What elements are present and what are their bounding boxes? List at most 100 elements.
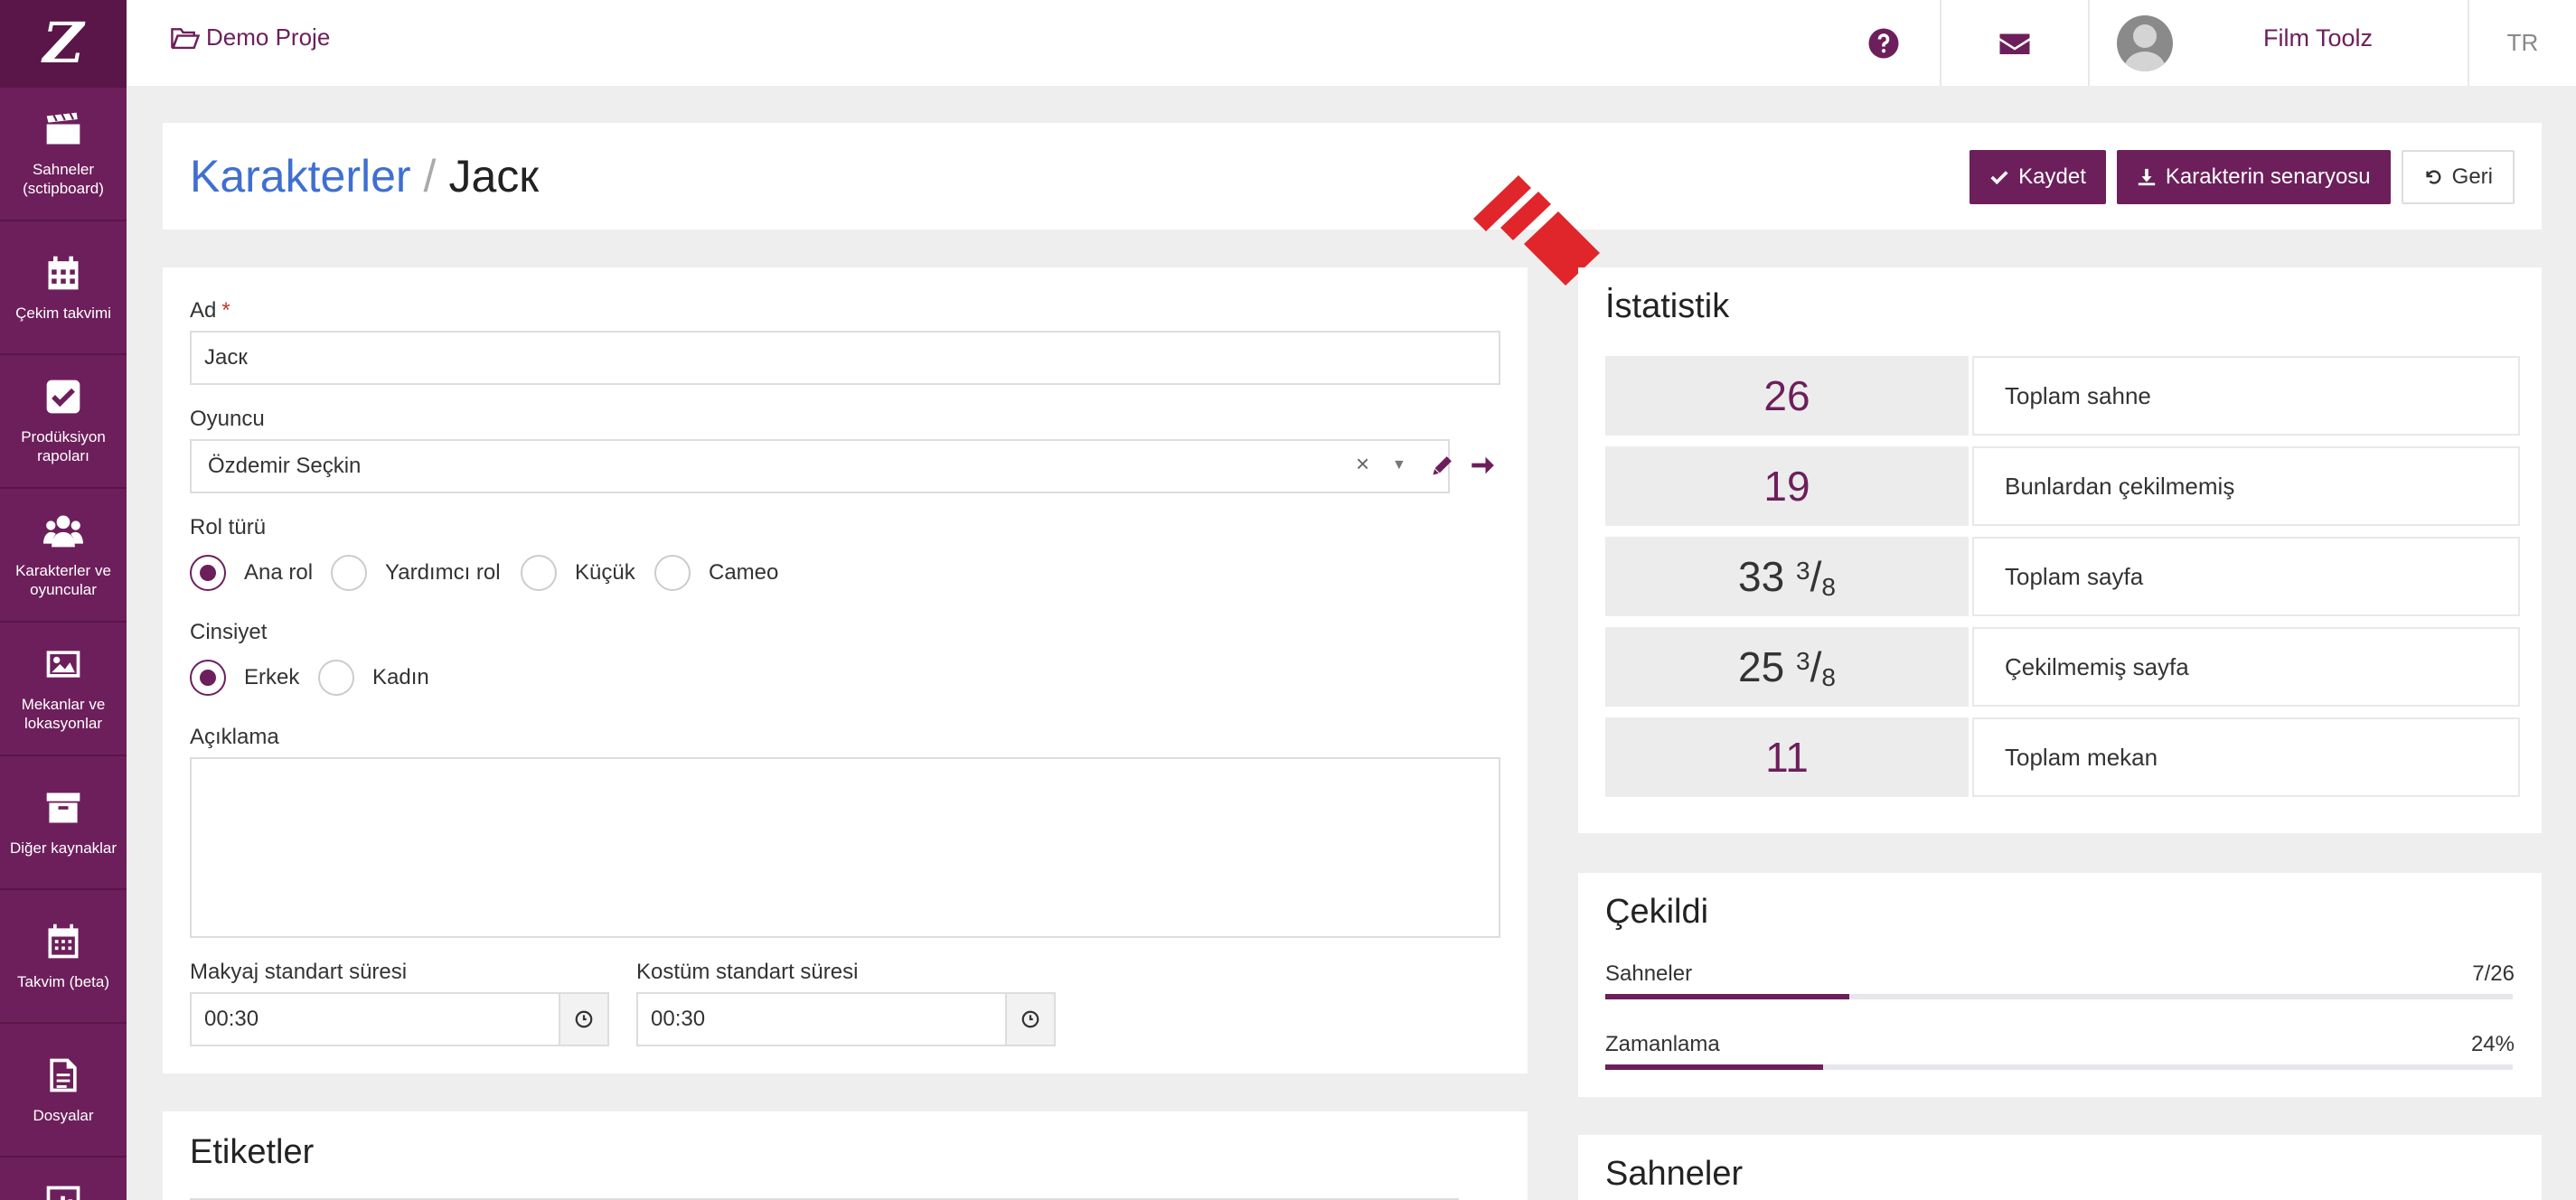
breadcrumb-separator: / — [423, 151, 437, 202]
required-mark: * — [221, 298, 230, 323]
calendar-grid-icon — [43, 922, 83, 961]
users-icon — [43, 511, 83, 550]
stat-value: 33 3/8 — [1605, 537, 1969, 616]
file-icon — [43, 1055, 83, 1095]
check-square-icon — [43, 377, 83, 417]
schedule-progress-label: Zamanlama — [1605, 1032, 1720, 1056]
folder-open-icon — [171, 27, 201, 49]
gender-label: Cinsiyet — [190, 620, 268, 644]
makeup-clock-button[interactable] — [560, 992, 609, 1046]
chevron-down-icon[interactable]: ▼ — [1392, 457, 1406, 473]
role-radio-cameo[interactable]: Cameo — [654, 555, 778, 591]
user-menu[interactable]: Film Toolz — [2088, 0, 2468, 86]
sidebar-item-label: Diğer kaynaklar — [9, 839, 118, 857]
gender-radio-male[interactable]: Erkek — [190, 660, 299, 696]
costume-duration-input[interactable]: 00:30 — [636, 992, 1007, 1046]
top-bar: Demo Proje Film Toolz TR — [127, 0, 2576, 86]
scenes-title: Sahneler — [1605, 1155, 1744, 1193]
sidebar-item-scenes[interactable]: Sahneler (sctipboard) — [0, 86, 127, 220]
character-script-button[interactable]: Karakterin senaryosu — [2116, 150, 2391, 204]
tags-title: Etiketler — [190, 1133, 315, 1171]
scenes-progress-fill — [1605, 994, 1850, 999]
makeup-duration-input[interactable]: 00:30 — [190, 992, 560, 1046]
role-radio-main[interactable]: Ana rol — [190, 555, 313, 591]
sidebar-item-locations[interactable]: Mekanlar ve lokasyonlar — [0, 621, 127, 755]
back-button[interactable]: Geri — [2401, 150, 2515, 204]
sidebar-item-label: Çekim takvimi — [15, 304, 111, 322]
messages-button[interactable] — [1940, 0, 2088, 86]
scenes-progress-bar — [1605, 994, 2513, 999]
image-icon — [43, 644, 83, 684]
scenes-section: Sahneler — [1578, 1135, 2542, 1200]
language-switch[interactable]: TR — [2468, 0, 2576, 86]
breadcrumb-characters-link[interactable]: Karakterler — [190, 151, 411, 202]
envelope-icon — [1999, 33, 2030, 54]
sidebar-item-label: Dosyalar — [33, 1106, 94, 1124]
sidebar-item-resources[interactable]: Diğer kaynaklar — [0, 755, 127, 888]
arrow-right-icon — [1471, 456, 1494, 474]
project-name: Demo Proje — [206, 23, 331, 51]
name-input[interactable]: Jacк — [190, 331, 1500, 385]
actor-select[interactable]: Özdemir Seçkin — [190, 439, 1450, 493]
page-header: Karakterler / Jacк Kaydet Karakterin senar… — [163, 123, 2542, 230]
makeup-duration-label: Makyaj standart süresi — [190, 960, 408, 984]
tags-section: Etiketler — [163, 1111, 1528, 1200]
sidebar-item-calendar-beta[interactable]: Takvim (beta) — [0, 888, 127, 1022]
page-title: Jacк — [448, 151, 540, 202]
stat-value: 25 3/8 — [1605, 627, 1969, 707]
actor-selected-value: Özdemir Seçkin — [208, 454, 362, 478]
bar-chart-icon — [43, 1183, 83, 1200]
download-icon — [2138, 168, 2156, 186]
stat-value: 11 — [1605, 717, 1969, 797]
stat-row: 25 3/8 Çekilmemiş sayfa — [1605, 627, 2520, 707]
sidebar-item-files[interactable]: Dosyalar — [0, 1022, 127, 1156]
costume-clock-button[interactable] — [1007, 992, 1056, 1046]
sidebar-item-schedule[interactable]: Çekim takvimi — [0, 220, 127, 353]
character-form: Ad * Jacк Oyuncu Özdemir Seçkin × ▼ Rol t… — [163, 267, 1528, 1073]
project-link[interactable]: Demo Proje — [170, 23, 330, 52]
go-to-actor-button[interactable] — [1470, 453, 1495, 483]
sidebar-item-label: Karakterler ve oyuncular — [15, 562, 111, 598]
gender-radio-female[interactable]: Kadın — [318, 660, 429, 696]
breadcrumb: Karakterler / Jacк — [190, 150, 539, 202]
question-circle-icon — [1868, 28, 1899, 58]
sidebar-item-label: Takvim (beta) — [16, 972, 110, 990]
description-textarea[interactable] — [190, 757, 1500, 938]
stat-label: Bunlardan çekilmemiş — [1972, 446, 2520, 526]
stat-label: Toplam sayfa — [1972, 537, 2520, 616]
edit-actor-button[interactable] — [1430, 453, 1455, 483]
stat-value: 26 — [1605, 356, 1969, 436]
description-label: Açıklama — [190, 725, 279, 749]
shot-title: Çekildi — [1605, 893, 1709, 931]
app-logo[interactable]: Z — [0, 0, 127, 86]
stat-row: 11 Toplam mekan — [1605, 717, 2520, 797]
sidebar-item-characters[interactable]: Karakterler ve oyuncular — [0, 487, 127, 621]
sidebar-item-label: Prodüksiyon rapoları — [21, 428, 106, 464]
role-type-label: Rol türü — [190, 515, 267, 539]
role-radio-minor[interactable]: Küçük — [521, 555, 635, 591]
statistics-section: İstatistik 26 Toplam sahne 19 Bunlardan … — [1578, 267, 2542, 833]
help-button[interactable] — [1828, 0, 1940, 86]
clock-icon — [1021, 1010, 1039, 1028]
sidebar: Z Sahneler (sctipboard) Çekim takvimi Pr… — [0, 0, 127, 1200]
schedule-progress-fill — [1605, 1064, 1823, 1070]
role-radio-supporting[interactable]: Yardımcı rol — [331, 555, 501, 591]
stat-row: 19 Bunlardan çekilmemiş — [1605, 446, 2520, 526]
stat-row: 26 Toplam sahne — [1605, 356, 2520, 436]
clock-icon — [575, 1010, 593, 1028]
stat-label: Toplam sahne — [1972, 356, 2520, 436]
sidebar-item-more[interactable] — [0, 1156, 127, 1200]
sidebar-item-reports[interactable]: Prodüksiyon rapoları — [0, 353, 127, 487]
stat-value: 19 — [1605, 446, 1969, 526]
check-icon — [1990, 171, 2008, 185]
undo-icon — [2426, 170, 2441, 184]
clear-icon[interactable]: × — [1356, 450, 1369, 478]
scenes-progress-label: Sahneler — [1605, 961, 1693, 986]
clapperboard-icon — [43, 109, 83, 149]
save-button[interactable]: Kaydet — [1970, 150, 2106, 204]
calendar-icon — [43, 253, 83, 293]
archive-icon — [43, 788, 83, 828]
name-label: Ad * — [190, 298, 230, 323]
stat-row: 33 3/8 Toplam sayfa — [1605, 537, 2520, 616]
pencil-icon — [1433, 456, 1452, 475]
